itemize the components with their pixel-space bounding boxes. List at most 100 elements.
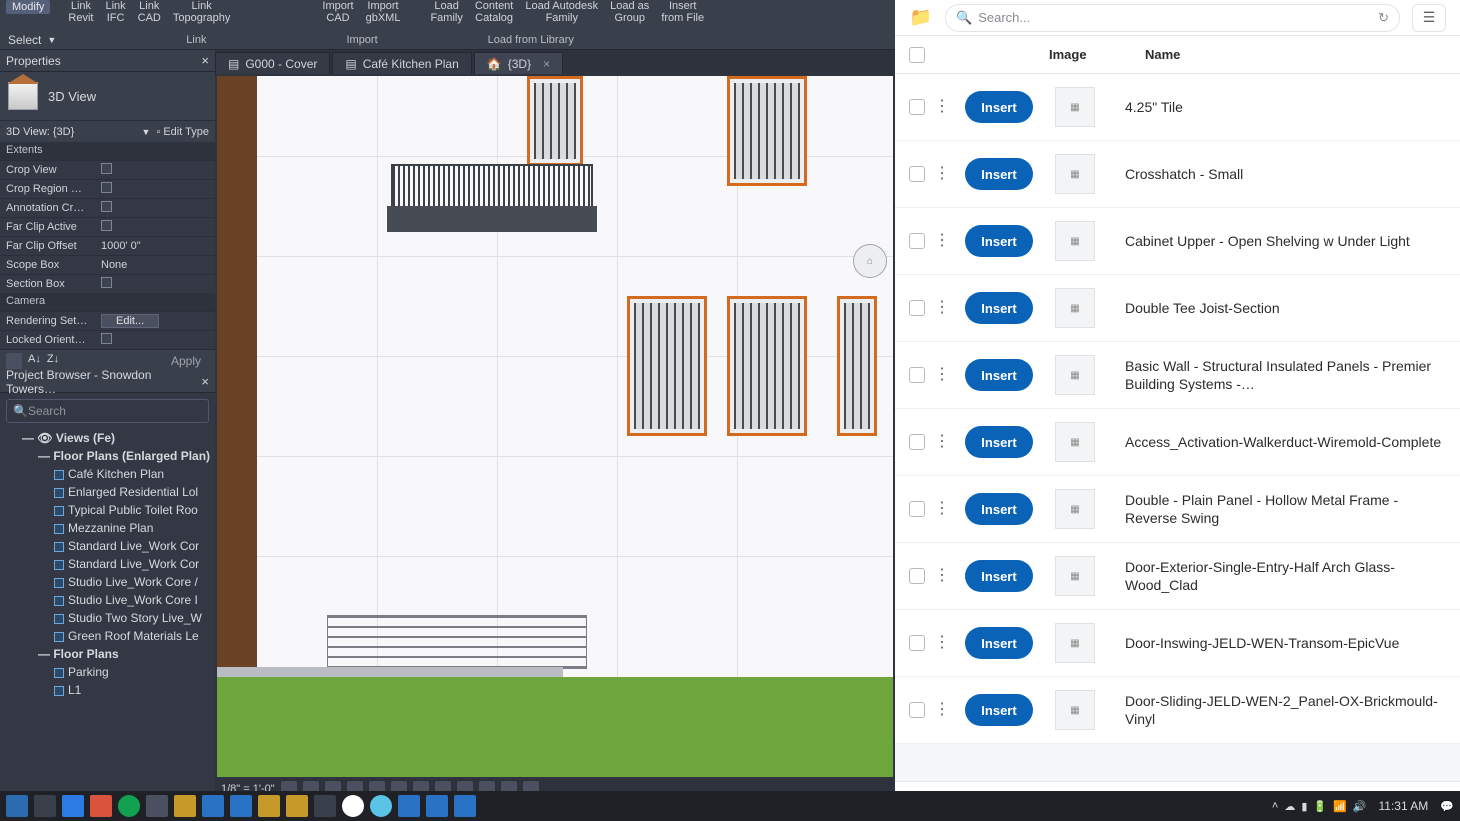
row-menu-icon[interactable]: ⋮ <box>933 103 951 111</box>
row-menu-icon[interactable]: ⋮ <box>933 371 951 379</box>
row-menu-icon[interactable]: ⋮ <box>933 170 951 178</box>
tab-3d[interactable]: 🏠 {3D}× <box>474 52 563 74</box>
catalog-search[interactable]: 🔍 Search... ↻ <box>945 4 1400 32</box>
sort-icon[interactable] <box>6 353 22 369</box>
load-family[interactable]: LoadFamily <box>424 0 468 24</box>
tab-cafe-kitchen[interactable]: ▤ Café Kitchen Plan <box>332 52 471 74</box>
row-checkbox[interactable] <box>909 702 925 718</box>
crop-region-checkbox[interactable] <box>101 182 112 193</box>
annotation-crop-checkbox[interactable] <box>101 201 112 212</box>
row-checkbox[interactable] <box>909 233 925 249</box>
apply-button[interactable]: Apply <box>171 354 201 368</box>
taskbar-app[interactable] <box>398 795 420 817</box>
filter-button[interactable]: ☰ <box>1412 4 1446 32</box>
history-icon[interactable]: ↻ <box>1378 10 1389 26</box>
far-clip-offset-value[interactable]: 1000' 0" <box>101 240 209 252</box>
clock[interactable]: 11:31 AM <box>1378 799 1428 813</box>
taskbar-app[interactable] <box>118 795 140 817</box>
row-menu-icon[interactable]: ⋮ <box>933 438 951 446</box>
tree-item[interactable]: Typical Public Toilet Roo <box>4 501 215 519</box>
row-menu-icon[interactable]: ⋮ <box>933 639 951 647</box>
link-cad[interactable]: LinkCAD <box>132 0 167 24</box>
task-view-icon[interactable] <box>34 795 56 817</box>
insert-button[interactable]: Insert <box>965 158 1033 190</box>
row-checkbox[interactable] <box>909 635 925 651</box>
row-menu-icon[interactable]: ⋮ <box>933 572 951 580</box>
row-checkbox[interactable] <box>909 300 925 316</box>
tree-item[interactable]: Studio Live_Work Core / <box>4 573 215 591</box>
taskbar-app[interactable] <box>314 795 336 817</box>
taskbar-app[interactable] <box>286 795 308 817</box>
insert-button[interactable]: Insert <box>965 426 1033 458</box>
load-autodesk-family[interactable]: Load AutodeskFamily <box>519 0 604 24</box>
scope-box-value[interactable]: None <box>101 259 209 271</box>
content-catalog[interactable]: ContentCatalog <box>469 0 520 24</box>
tab-g000[interactable]: ▤ G000 - Cover <box>215 52 330 74</box>
close-icon[interactable]: × <box>201 374 209 389</box>
insert-button[interactable]: Insert <box>965 225 1033 257</box>
row-menu-icon[interactable]: ⋮ <box>933 237 951 245</box>
row-menu-icon[interactable]: ⋮ <box>933 505 951 513</box>
far-clip-active-checkbox[interactable] <box>101 220 112 231</box>
start-icon[interactable] <box>6 795 28 817</box>
taskbar-app[interactable] <box>258 795 280 817</box>
row-checkbox[interactable] <box>909 568 925 584</box>
select-dropdown[interactable]: Select▼ Link Import Load from Library <box>0 30 895 50</box>
section-box-checkbox[interactable] <box>101 277 112 288</box>
row-menu-icon[interactable]: ⋮ <box>933 304 951 312</box>
type-selector[interactable]: 3D View <box>0 72 215 120</box>
taskbar-app[interactable] <box>146 795 168 817</box>
insert-button[interactable]: Insert <box>965 292 1033 324</box>
taskbar-app[interactable] <box>454 795 476 817</box>
load-as-group[interactable]: Load asGroup <box>604 0 655 24</box>
tree-item[interactable]: Green Roof Materials Le <box>4 627 215 645</box>
import-gbxml[interactable]: ImportgbXML <box>360 0 407 24</box>
insert-from-file[interactable]: Insertfrom File <box>655 0 710 24</box>
modify-button[interactable]: Modify <box>0 0 56 14</box>
row-checkbox[interactable] <box>909 166 925 182</box>
tray-icon[interactable]: 🔋 <box>1313 800 1327 813</box>
select-all-checkbox[interactable] <box>909 47 925 63</box>
row-checkbox[interactable] <box>909 501 925 517</box>
insert-button[interactable]: Insert <box>965 359 1033 391</box>
link-topography[interactable]: LinkTopography <box>167 0 237 24</box>
insert-button[interactable]: Insert <box>965 627 1033 659</box>
tree-item[interactable]: Café Kitchen Plan <box>4 465 215 483</box>
insert-button[interactable]: Insert <box>965 694 1033 726</box>
tree-item[interactable]: Studio Two Story Live_W <box>4 609 215 627</box>
insert-button[interactable]: Insert <box>965 91 1033 123</box>
close-icon[interactable]: × <box>201 53 209 68</box>
row-checkbox[interactable] <box>909 367 925 383</box>
tree-item[interactable]: Studio Live_Work Core I <box>4 591 215 609</box>
tree-item[interactable]: Mezzanine Plan <box>4 519 215 537</box>
insert-button[interactable]: Insert <box>965 493 1033 525</box>
insert-button[interactable]: Insert <box>965 560 1033 592</box>
taskbar-app[interactable] <box>62 795 84 817</box>
import-cad[interactable]: ImportCAD <box>316 0 359 24</box>
taskbar-app[interactable] <box>174 795 196 817</box>
taskbar-app[interactable] <box>202 795 224 817</box>
3d-canvas[interactable]: ⌂ <box>217 76 893 777</box>
folder-icon[interactable]: 📁 <box>909 6 933 30</box>
rendering-edit-button[interactable]: Edit... <box>101 314 159 328</box>
crop-view-checkbox[interactable] <box>101 163 112 174</box>
tree-item[interactable]: L1 <box>4 681 215 699</box>
link-revit[interactable]: LinkRevit <box>62 0 99 24</box>
tray-icon[interactable]: ☁ <box>1284 800 1295 813</box>
tree-item[interactable]: Standard Live_Work Cor <box>4 537 215 555</box>
edit-type-button[interactable]: ▫ Edit Type <box>156 126 209 138</box>
taskbar-app[interactable] <box>342 795 364 817</box>
taskbar-app[interactable] <box>426 795 448 817</box>
close-tab-icon[interactable]: × <box>543 57 550 71</box>
row-checkbox[interactable] <box>909 99 925 115</box>
nav-compass-icon[interactable]: ⌂ <box>853 244 887 278</box>
project-tree[interactable]: — 👁 Views (Fe) — Floor Plans (Enlarged P… <box>0 429 215 799</box>
tray-icon[interactable]: ▮ <box>1301 800 1307 813</box>
row-menu-icon[interactable]: ⋮ <box>933 706 951 714</box>
volume-icon[interactable]: 🔊 <box>1353 800 1367 813</box>
tree-item[interactable]: Standard Live_Work Cor <box>4 555 215 573</box>
tree-item[interactable]: Parking <box>4 663 215 681</box>
tray-chevron-icon[interactable]: ˄ <box>1272 800 1278 812</box>
tree-item[interactable]: Enlarged Residential Lol <box>4 483 215 501</box>
taskbar-app[interactable] <box>90 795 112 817</box>
